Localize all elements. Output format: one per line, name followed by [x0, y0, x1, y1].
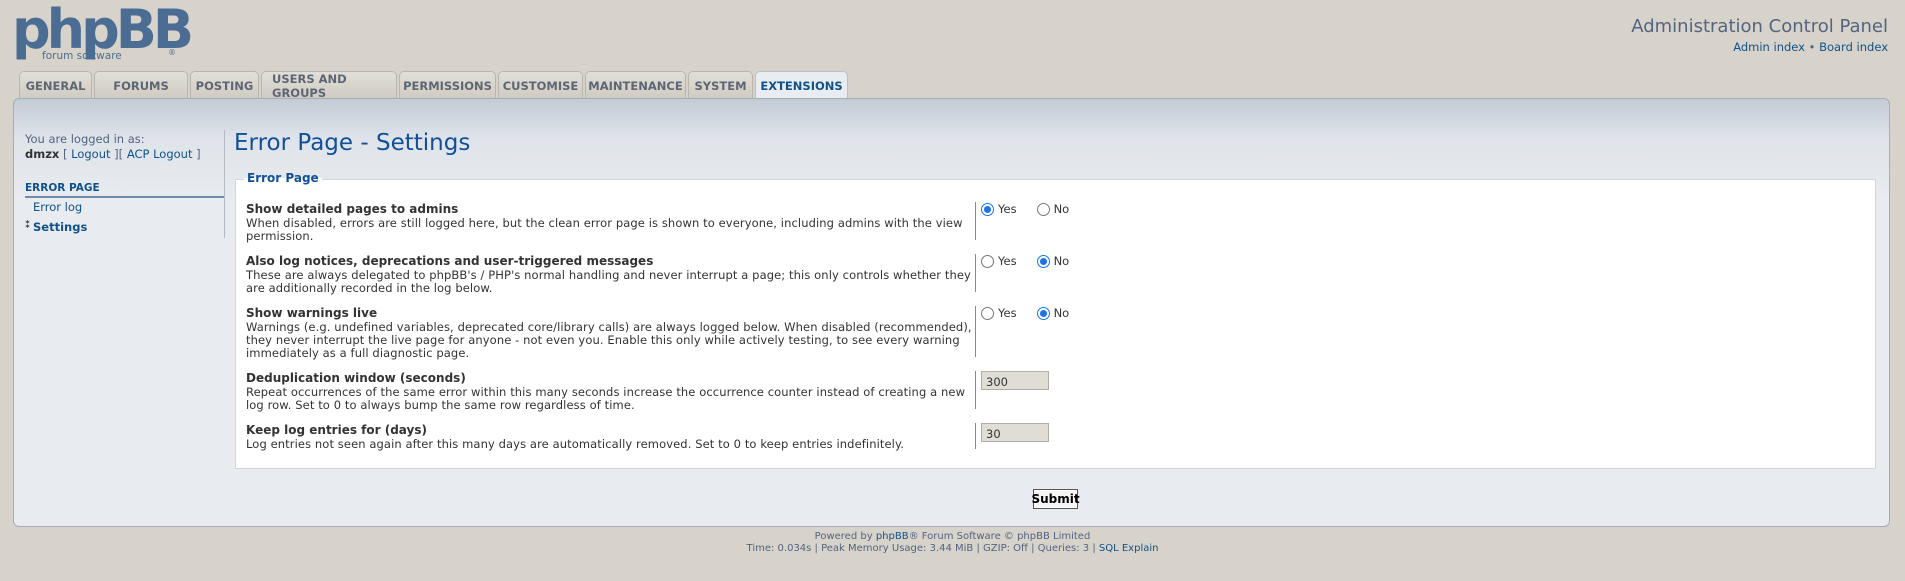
powered-prefix: Powered by	[814, 531, 876, 542]
sidebar-item-settings-label: Settings	[33, 220, 88, 234]
row-divider	[975, 306, 976, 357]
phpbb-link[interactable]: phpBB	[876, 531, 909, 542]
log-notices-radio-group: Yes No	[981, 254, 1089, 268]
radio-yes-label: Yes	[998, 306, 1017, 320]
keep-log-days-input[interactable]: 30	[981, 423, 1049, 442]
setting-title: Keep log entries for (days)	[246, 423, 427, 437]
setting-title: Show warnings live	[246, 306, 378, 320]
setting-title: Also log notices, deprecations and user-…	[246, 254, 654, 268]
warnings-live-radio-group: Yes No	[981, 306, 1089, 320]
sidebar-item-error-log[interactable]: Error log	[33, 200, 82, 214]
registered-mark: ®	[168, 48, 176, 57]
phpbb-logo[interactable]: phpBB forum software ®	[12, 0, 194, 62]
detailed-pages-no-radio[interactable]	[1036, 202, 1050, 216]
setting-label: Keep log entries for (days) Log entries …	[246, 423, 973, 451]
setting-row-warnings-live: Show warnings live Warnings (e.g. undefi…	[246, 306, 1866, 360]
footer-stats: Time: 0.034s | Peak Memory Usage: 3.44 M…	[0, 543, 1905, 554]
sidebar-divider	[224, 130, 225, 238]
setting-label: Show warnings live Warnings (e.g. undefi…	[246, 306, 973, 360]
debug-stats: Time: 0.034s | Peak Memory Usage: 3.44 M…	[746, 543, 1099, 554]
log-notices-yes-radio[interactable]	[981, 254, 994, 268]
setting-row-log-notices: Also log notices, deprecations and user-…	[246, 254, 1866, 296]
tab-permissions[interactable]: PERMISSIONS	[399, 71, 496, 99]
setting-title: Show detailed pages to admins	[246, 202, 459, 216]
sidebar-menu: You are logged in as: dmzx [ Logout ][ A…	[25, 132, 225, 234]
setting-label: Deduplication window (seconds) Repeat oc…	[246, 371, 973, 412]
acp-logout-link[interactable]: ACP Logout	[127, 147, 193, 161]
tab-customise[interactable]: CUSTOMISE	[498, 71, 583, 99]
radio-yes-label: Yes	[998, 202, 1017, 216]
detailed-pages-yes-radio[interactable]	[981, 202, 994, 216]
dedup-window-input[interactable]: 300	[981, 371, 1049, 390]
radio-no-label: No	[1053, 306, 1070, 320]
log-notices-no-radio[interactable]	[1036, 254, 1050, 268]
tab-forums[interactable]: FORUMS	[94, 71, 188, 99]
username: dmzx	[25, 147, 60, 161]
fieldset-legend: Error Page	[244, 171, 322, 185]
header-links: Admin index • Board index	[1733, 40, 1888, 54]
admin-index-link[interactable]: Admin index	[1733, 40, 1805, 54]
tab-extensions[interactable]: EXTENSIONS	[755, 71, 848, 100]
main-tabs: GENERAL FORUMS POSTING USERS AND GROUPS …	[19, 71, 850, 100]
sql-explain-link[interactable]: SQL Explain	[1099, 543, 1159, 554]
page-title: Error Page - Settings	[234, 130, 471, 156]
detailed-pages-radio-group: Yes No	[981, 202, 1089, 216]
radio-no-label: No	[1053, 254, 1070, 268]
setting-description: Repeat occurrences of the same error wit…	[246, 385, 966, 412]
row-divider	[975, 254, 976, 292]
setting-row-keep-log-days: Keep log entries for (days) Log entries …	[246, 423, 1866, 453]
link-separator: •	[1808, 40, 1816, 54]
tab-system[interactable]: SYSTEM	[688, 71, 753, 99]
menu-section-error-page: ERROR PAGE	[25, 182, 225, 198]
radio-no-label: No	[1053, 202, 1070, 216]
tab-users-and-groups[interactable]: USERS AND GROUPS	[261, 71, 397, 100]
acp-title: Administration Control Panel	[1631, 16, 1888, 37]
footer-powered-by: Powered by phpBB® Forum Software © phpBB…	[0, 531, 1905, 542]
board-index-link[interactable]: Board index	[1819, 40, 1888, 54]
row-divider	[975, 371, 976, 409]
setting-row-detailed-pages: Show detailed pages to admins When disab…	[246, 202, 1866, 244]
submit-button[interactable]: Submit	[1031, 489, 1080, 509]
logo-subtitle: forum software	[42, 50, 122, 62]
warnings-live-no-radio[interactable]	[1036, 306, 1050, 320]
sidebar-item-settings[interactable]: ⁑ Settings	[25, 220, 88, 234]
setting-label: Also log notices, deprecations and user-…	[246, 254, 973, 295]
row-divider	[975, 202, 976, 240]
setting-description: Warnings (e.g. undefined variables, depr…	[246, 320, 972, 360]
setting-row-dedup-window: Deduplication window (seconds) Repeat oc…	[246, 371, 1866, 413]
row-divider	[975, 423, 976, 449]
logout-link[interactable]: Logout	[71, 147, 110, 161]
bullet-icon: ⁑	[25, 220, 31, 231]
setting-description: Log entries not seen again after this ma…	[246, 437, 904, 451]
tab-posting[interactable]: POSTING	[190, 71, 259, 99]
radio-yes-label: Yes	[998, 254, 1017, 268]
powered-suffix: ® Forum Software © phpBB Limited	[908, 531, 1091, 542]
logged-in-info: You are logged in as: dmzx [ Logout ][ A…	[25, 132, 225, 162]
setting-description: These are always delegated to phpBB's / …	[246, 268, 971, 295]
tab-maintenance[interactable]: MAINTENANCE	[585, 71, 686, 99]
setting-title: Deduplication window (seconds)	[246, 371, 466, 385]
setting-label: Show detailed pages to admins When disab…	[246, 202, 973, 243]
setting-description: When disabled, errors are still logged h…	[246, 216, 963, 243]
tab-general[interactable]: GENERAL	[19, 71, 92, 99]
warnings-live-yes-radio[interactable]	[981, 306, 994, 320]
logged-in-label: You are logged in as:	[25, 132, 145, 146]
